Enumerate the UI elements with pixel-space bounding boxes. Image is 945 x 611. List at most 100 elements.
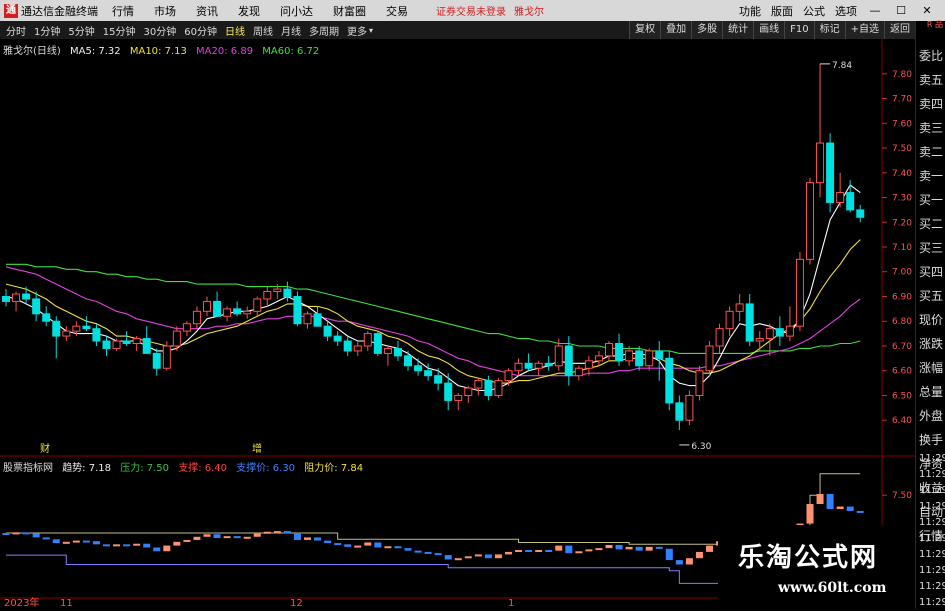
candle-body[interactable] <box>333 335 342 342</box>
candle-body[interactable] <box>494 380 503 396</box>
candle-body[interactable] <box>102 340 111 349</box>
menu-item-function[interactable]: 功能 <box>739 3 761 19</box>
candle-body[interactable] <box>745 303 754 342</box>
candle-body[interactable] <box>182 323 191 332</box>
candle-body[interactable] <box>343 340 352 352</box>
candle-body[interactable] <box>162 345 171 369</box>
candle-body[interactable] <box>22 293 31 300</box>
candle-body[interactable] <box>524 362 533 369</box>
back-button[interactable]: 返回 <box>884 21 915 39</box>
candle-body[interactable] <box>615 343 624 362</box>
candle-body[interactable] <box>725 310 734 330</box>
candle-body[interactable] <box>404 355 412 367</box>
candle-body[interactable] <box>514 362 523 372</box>
candle-body[interactable] <box>554 345 563 367</box>
menu-item-market[interactable]: 市场 <box>154 3 176 19</box>
candle-body[interactable] <box>755 338 764 342</box>
candle-body[interactable] <box>424 370 433 377</box>
candle-body[interactable] <box>42 313 51 322</box>
candle-body[interactable] <box>645 350 654 367</box>
period-tab-multi[interactable]: 多周期 <box>309 23 339 38</box>
period-tab-more[interactable]: 更多 <box>347 23 367 38</box>
kline-chart[interactable]: 7.80 7.70 7.60 7.50 7.40 7.30 7.20 7.10 7.00 6.90… <box>0 39 915 609</box>
candle-body[interactable] <box>323 325 332 337</box>
mark-button[interactable]: 标记 <box>813 21 845 39</box>
period-tab-monthly[interactable]: 月线 <box>281 23 301 38</box>
period-tab-60min[interactable]: 60分钟 <box>184 23 217 38</box>
login-warning[interactable]: 证券交易未登录 <box>436 3 506 18</box>
candle-body[interactable] <box>82 325 91 330</box>
candle-body[interactable] <box>735 303 744 312</box>
candle-body[interactable] <box>474 380 483 389</box>
candle-body[interactable] <box>675 402 684 421</box>
menu-item-wealth[interactable]: 财富圈 <box>333 3 366 19</box>
menu-item-discover[interactable]: 发现 <box>238 3 260 19</box>
candle-body[interactable] <box>132 338 141 344</box>
candle-body[interactable] <box>112 340 121 349</box>
more-dropdown-icon[interactable]: ▾ <box>369 26 373 35</box>
candle-body[interactable] <box>32 298 41 315</box>
menu-item-options[interactable]: 选项 <box>835 3 857 19</box>
candle-body[interactable] <box>715 328 724 347</box>
candle-body[interactable] <box>605 343 613 357</box>
candle-body[interactable] <box>574 367 583 377</box>
period-tab-30min[interactable]: 30分钟 <box>143 23 176 38</box>
period-tab-daily[interactable]: 日线 <box>225 23 245 38</box>
candle-body[interactable] <box>62 330 71 337</box>
candle-body[interactable] <box>836 192 845 203</box>
candle-body[interactable] <box>765 328 774 340</box>
candle-body[interactable] <box>313 313 322 327</box>
statistics-button[interactable]: 统计 <box>722 21 754 39</box>
candle-body[interactable] <box>544 362 553 367</box>
menu-item-quotes[interactable]: 行情 <box>112 3 134 19</box>
candle-body[interactable] <box>2 295 10 302</box>
candle-body[interactable] <box>12 293 21 302</box>
candle-body[interactable] <box>705 345 714 372</box>
candle-body[interactable] <box>564 345 573 377</box>
candle-body[interactable] <box>152 352 161 369</box>
candle-body[interactable] <box>213 300 222 317</box>
candle-body[interactable] <box>434 375 443 384</box>
add-watchlist-button[interactable]: +自选 <box>844 21 884 39</box>
candle-body[interactable] <box>594 355 603 362</box>
candle-body[interactable] <box>444 382 453 401</box>
candle-body[interactable] <box>775 328 784 337</box>
menu-item-formula[interactable]: 公式 <box>803 3 825 19</box>
candle-body[interactable] <box>72 325 81 332</box>
candle-body[interactable] <box>172 330 181 347</box>
candle-body[interactable] <box>414 365 423 372</box>
candle-body[interactable] <box>273 288 282 293</box>
period-tab-weekly[interactable]: 周线 <box>253 23 273 38</box>
menu-item-ask[interactable]: 问小达 <box>280 3 313 19</box>
candle-body[interactable] <box>826 142 835 203</box>
candle-body[interactable] <box>52 320 61 337</box>
candle-body[interactable] <box>383 347 392 354</box>
menu-item-trade[interactable]: 交易 <box>386 3 408 19</box>
candle-body[interactable] <box>92 328 101 342</box>
candle-body[interactable] <box>263 291 272 300</box>
candle-body[interactable] <box>655 350 664 359</box>
candle-body[interactable] <box>534 362 543 369</box>
candle-body[interactable] <box>846 192 855 211</box>
candle-body[interactable] <box>785 325 794 337</box>
menu-item-news[interactable]: 资讯 <box>196 3 218 19</box>
candle-body[interactable] <box>373 333 382 354</box>
candle-body[interactable] <box>856 209 865 218</box>
candle-body[interactable] <box>192 310 201 325</box>
candle-body[interactable] <box>816 142 825 184</box>
candle-body[interactable] <box>393 347 402 357</box>
overlay-button[interactable]: 叠加 <box>660 21 692 39</box>
period-tab-15min[interactable]: 15分钟 <box>103 23 136 38</box>
candle-body[interactable] <box>625 350 634 362</box>
maximize-icon[interactable]: ☐ <box>893 4 909 17</box>
candle-body[interactable] <box>253 298 262 312</box>
candle-body[interactable] <box>635 350 644 367</box>
candle-body[interactable] <box>584 360 593 369</box>
period-tab-1min[interactable]: 1分钟 <box>34 23 60 38</box>
multi-stock-button[interactable]: 多股 <box>691 21 723 39</box>
candle-body[interactable] <box>454 394 463 401</box>
candle-body[interactable] <box>795 258 804 327</box>
minimize-icon[interactable]: — <box>867 4 883 17</box>
candle-body[interactable] <box>504 370 513 382</box>
marker-financial[interactable]: 财 <box>40 442 50 455</box>
